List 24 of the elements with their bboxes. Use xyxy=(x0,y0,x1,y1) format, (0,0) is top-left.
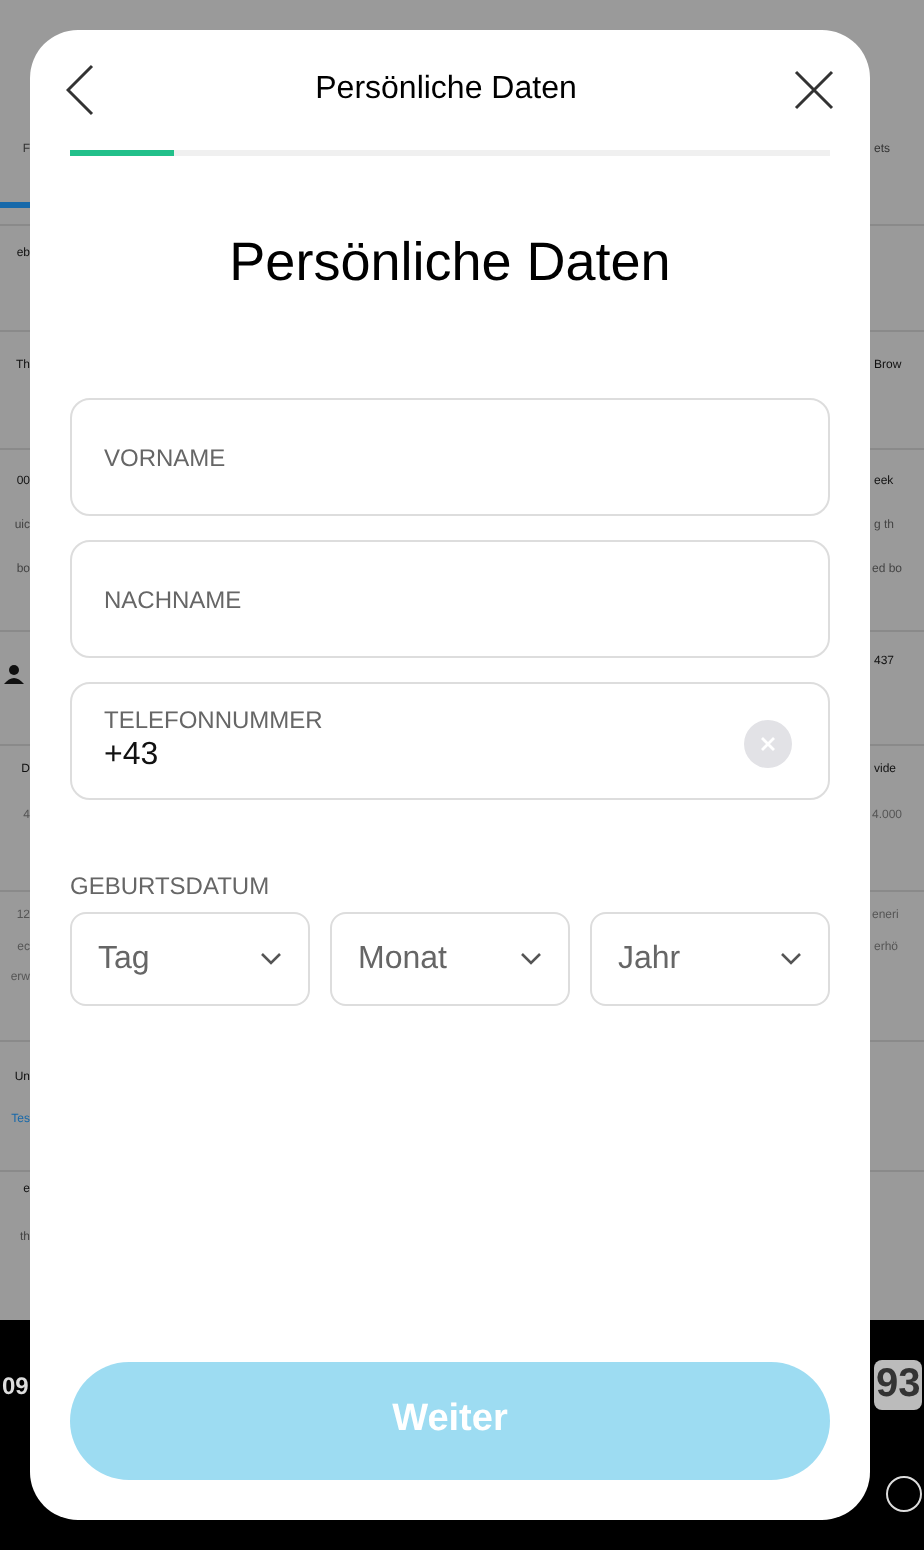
input-field[interactable]: NACHNAME xyxy=(70,540,830,658)
chevron-down-icon xyxy=(780,952,802,966)
dialog-title: Persönliche Daten xyxy=(315,70,577,110)
footer-number: 09 xyxy=(2,1370,29,1404)
field-value: +43 xyxy=(104,736,161,776)
dropdown[interactable]: Monat xyxy=(330,912,570,1006)
field-label: TELEFONNUMMER xyxy=(104,706,323,736)
dropdown[interactable]: Tag xyxy=(70,912,310,1006)
field-label: NACHNAME xyxy=(104,583,242,617)
back-icon[interactable] xyxy=(66,64,98,116)
dropdown-placeholder: Tag xyxy=(98,939,150,979)
dropdown-placeholder: Monat xyxy=(358,939,447,979)
field-label: VORNAME xyxy=(104,441,226,475)
input-field[interactable]: VORNAME xyxy=(70,398,830,516)
input-field[interactable]: TELEFONNUMMER +43 xyxy=(70,682,830,800)
field-label: GEBURTSDATUM xyxy=(68,870,272,904)
chevron-down-icon xyxy=(520,952,542,966)
dropdown-placeholder: Jahr xyxy=(618,939,681,979)
close-icon[interactable] xyxy=(794,70,834,110)
chevron-down-icon xyxy=(260,952,282,966)
page-heading: Persönliche Daten xyxy=(227,236,673,290)
footer-number: 93 xyxy=(874,1360,923,1410)
user-icon xyxy=(4,664,24,684)
dropdown[interactable]: Jahr xyxy=(590,912,830,1006)
